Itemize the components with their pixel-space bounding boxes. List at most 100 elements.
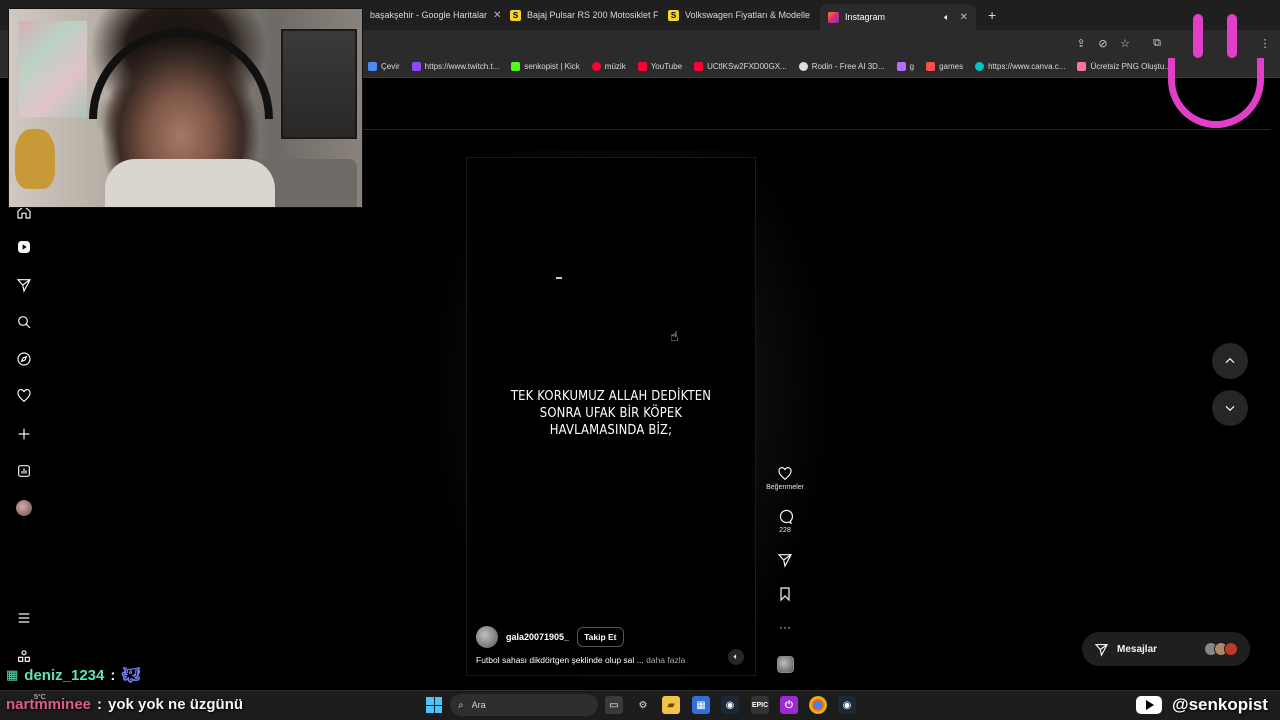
rodin-icon <box>798 62 808 71</box>
chat-message: ▦ deniz_1234 : 🐙︎ <box>6 666 141 685</box>
bookmark-item[interactable]: müzik <box>586 62 632 71</box>
previous-reel-button[interactable] <box>1212 343 1248 379</box>
bookmark-item[interactable]: https://www.twitch.t... <box>406 62 506 71</box>
send-icon <box>777 554 792 568</box>
bookmark-item[interactable]: Rodin - Free AI 3D... <box>793 62 891 71</box>
more-options-button[interactable]: ··· <box>770 620 800 634</box>
tab-maps[interactable]: başakşehir - Google Haritalar ✕ <box>362 4 500 26</box>
music-icon <box>591 62 601 71</box>
settings-icon[interactable]: ⚙ <box>634 696 652 714</box>
png-icon <box>1077 62 1087 71</box>
tab-bajaj[interactable]: S Bajaj Pulsar RS 200 Motosiklet F ✕ <box>502 4 658 26</box>
next-reel-button[interactable] <box>1212 390 1248 426</box>
bookmark-item[interactable]: games <box>920 62 969 71</box>
heart-icon[interactable] <box>14 386 34 406</box>
more-link[interactable]: daha fazla <box>646 655 685 665</box>
store-icon[interactable]: ▦ <box>692 696 710 714</box>
octopus-emote-icon: 🐙︎ <box>121 667 141 684</box>
webcam-overlay <box>8 8 363 208</box>
steam-icon[interactable]: ◉ <box>838 696 856 714</box>
close-tab-icon[interactable]: ✕ <box>960 12 968 23</box>
menu-dots-icon[interactable]: ⋮ <box>1258 36 1272 50</box>
cursor-hand-icon: ☝︎ <box>670 328 679 344</box>
save-button[interactable] <box>770 586 800 602</box>
steam-icon[interactable]: ◉ <box>721 696 739 714</box>
bookmark-item[interactable]: https://www.canva.c... <box>969 62 1071 71</box>
eye-off-icon[interactable]: ⊘ <box>1096 36 1110 50</box>
send-icon[interactable] <box>14 275 34 295</box>
comment-button[interactable]: 228 <box>770 509 800 534</box>
audio-avatar[interactable] <box>770 656 800 673</box>
install-app-icon[interactable]: ⇪ <box>1074 36 1088 50</box>
follow-button[interactable]: Takip Et <box>577 627 624 647</box>
search-icon[interactable] <box>14 312 34 332</box>
author-username[interactable]: gala20071905_ <box>506 632 569 642</box>
bookmark-item[interactable]: UCtlKSw2FXD00GX... <box>688 62 793 71</box>
threads-apps-icon[interactable] <box>14 646 34 666</box>
message-avatars <box>1204 642 1238 656</box>
bookmark-item[interactable]: YouTube <box>632 62 688 71</box>
dashboard-icon[interactable] <box>14 461 34 481</box>
avatar <box>1224 642 1238 656</box>
speaker-icon[interactable]: 🔈︎ <box>944 12 949 23</box>
headphones <box>89 29 273 119</box>
bookmark-item[interactable]: Ücretsiz PNG Oluştu... <box>1071 62 1176 71</box>
messages-label: Mesajlar <box>1117 643 1158 655</box>
youtube-icon <box>1136 696 1162 714</box>
share-button[interactable] <box>770 552 800 568</box>
comments-count: 228 <box>779 527 791 534</box>
audio-thumbnail <box>776 656 794 673</box>
sahibinden-icon: S <box>668 9 679 21</box>
divider <box>362 129 1270 130</box>
author-avatar[interactable] <box>476 626 498 648</box>
send-icon <box>1094 643 1109 657</box>
bookmark-item[interactable]: Çevir <box>362 62 406 71</box>
search-placeholder: Ara <box>471 700 486 710</box>
explore-icon[interactable] <box>14 349 34 369</box>
chevron-down-icon <box>1225 405 1235 412</box>
toy-shelf <box>281 29 357 139</box>
twitch-icon <box>411 62 421 71</box>
shirt <box>105 159 275 207</box>
reels-icon[interactable] <box>14 237 34 257</box>
instagram-icon <box>828 11 839 23</box>
tab-volkswagen[interactable]: S Volkswagen Fiyatları & Modelle ✕ <box>660 4 816 26</box>
bookmark-label: müzik <box>604 62 626 71</box>
like-button[interactable]: Beğenmeler <box>766 466 804 491</box>
description-text: Futbol sahası dikdörtgen şeklinde olup s… <box>476 655 644 665</box>
caption-line: HAVLAMASINDA BİZ; <box>549 422 673 438</box>
bookmark-item[interactable]: g <box>891 62 920 71</box>
close-tab-icon[interactable]: ✕ <box>493 10 500 21</box>
new-tab-button[interactable]: + <box>980 4 1000 26</box>
twitch-studio-icon[interactable]: ⏻ <box>780 696 798 714</box>
tab-label: başakşehir - Google Haritalar <box>370 10 488 20</box>
bookmark-star-icon[interactable]: ☆ <box>1118 36 1132 50</box>
profile-avatar[interactable] <box>14 498 34 518</box>
heart-icon <box>778 467 792 481</box>
windows-start-icon[interactable] <box>426 697 442 713</box>
chat-username: nartmminee <box>6 696 92 713</box>
extensions-icon[interactable]: ⧉ <box>1150 36 1164 50</box>
caption-line: TEK KORKUMUZ ALLAH DEDİKTEN <box>510 388 712 404</box>
games-icon <box>926 62 936 71</box>
taskbar-search[interactable]: ⌕ Ara <box>450 694 598 716</box>
chat-username: deniz_1234 <box>24 666 105 684</box>
reel-caption: TEK KORKUMUZ ALLAH DEDİKTEN SONRA UFAK B… <box>486 388 735 439</box>
bookmark-item[interactable]: senkopist | Kick <box>505 62 585 71</box>
tab-instagram[interactable]: Instagram 🔈︎ ✕ <box>820 4 976 30</box>
epic-games-icon[interactable]: EPIC <box>751 696 769 714</box>
task-view-icon[interactable]: ▭ <box>605 696 623 714</box>
mute-button[interactable]: 🔈︎ <box>728 649 744 665</box>
messages-button[interactable]: Mesajlar <box>1082 632 1250 666</box>
reel-description[interactable]: Futbol sahası dikdörtgen şeklinde olup s… <box>476 655 685 665</box>
bookmark-label: https://www.twitch.t... <box>424 62 500 71</box>
file-explorer-icon[interactable]: ▰ <box>662 696 680 714</box>
bookmark-label: Ücretsiz PNG Oluştu... <box>1090 62 1171 71</box>
chevron-up-icon <box>1225 357 1235 364</box>
bookmark-label: YouTube <box>650 62 683 71</box>
more-menu-icon[interactable] <box>14 608 34 628</box>
chrome-icon[interactable] <box>809 696 827 714</box>
create-icon[interactable] <box>14 424 34 444</box>
canva-icon <box>975 62 985 71</box>
logo-bar <box>1193 14 1203 58</box>
